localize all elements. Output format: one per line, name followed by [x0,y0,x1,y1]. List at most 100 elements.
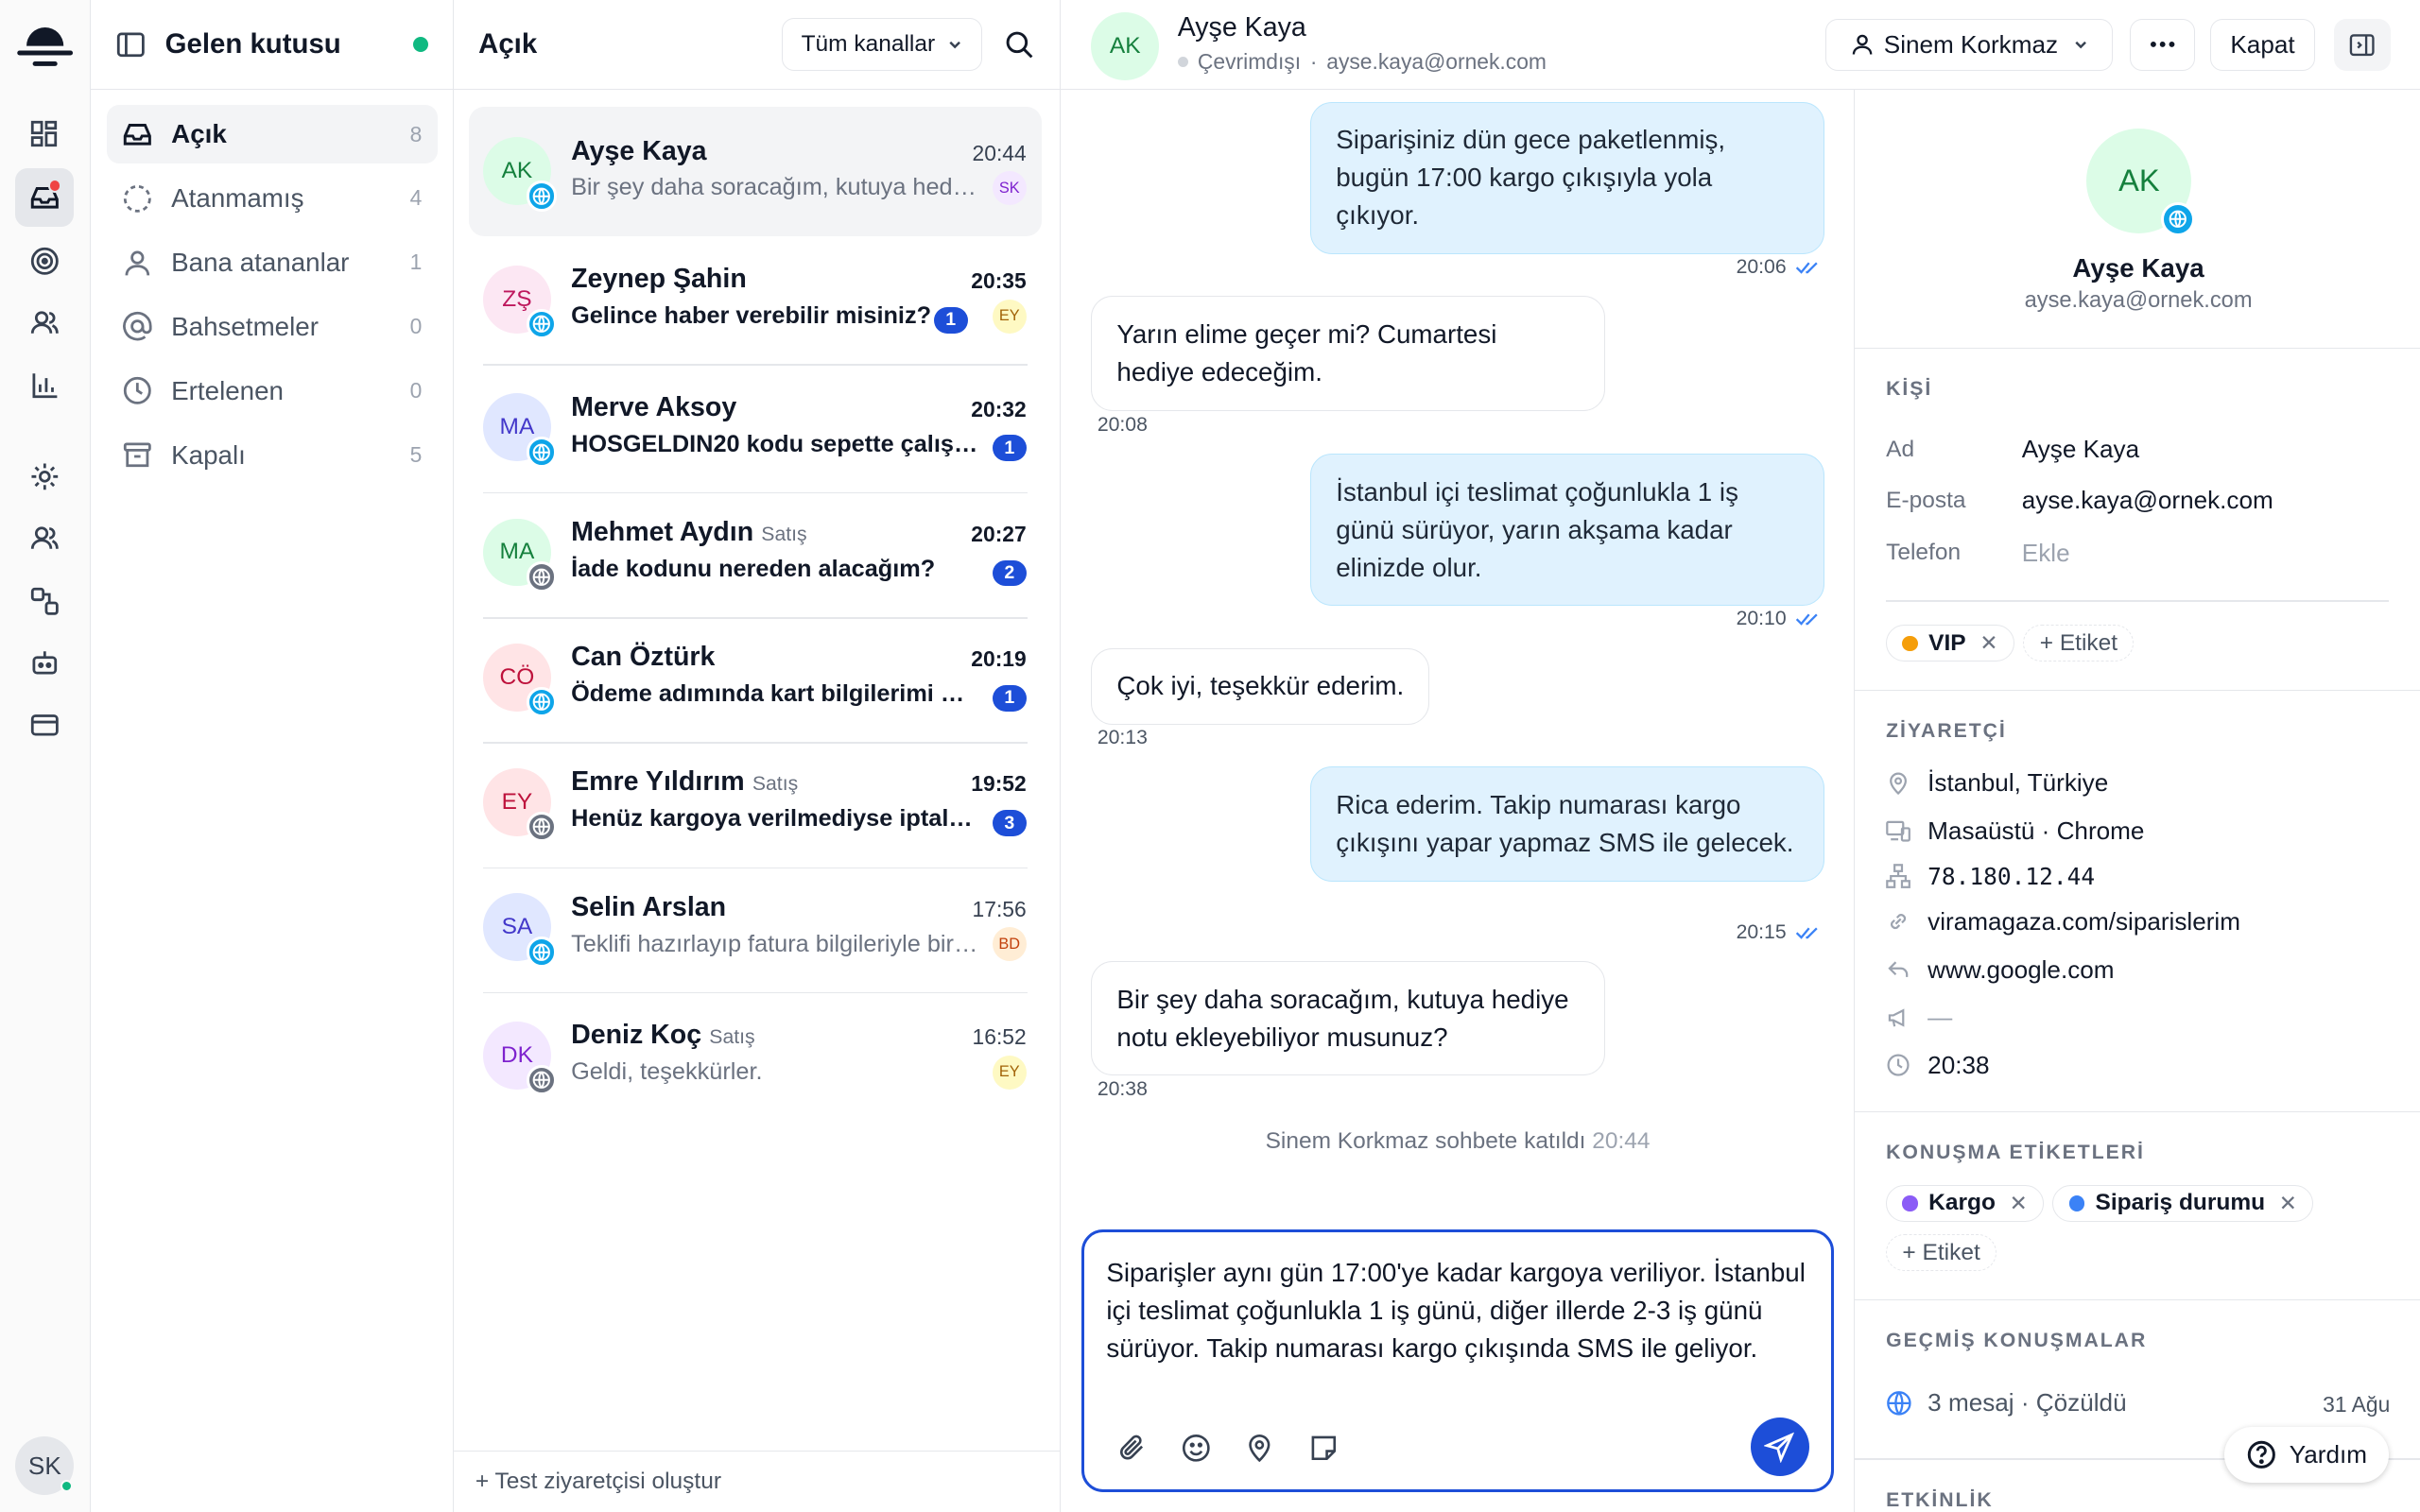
tag-chip-cargo[interactable]: Kargo ✕ [1886,1184,2045,1223]
nav-item-open[interactable]: Açık 8 [106,105,438,164]
remove-tag-icon[interactable]: ✕ [1979,630,1997,656]
field-label: Ad [1886,437,1915,463]
tag-chip-order-status[interactable]: Sipariş durumu ✕ [2052,1184,2314,1223]
visitor-location: İstanbul, Türkiye [1886,768,2108,798]
send-icon [1764,1432,1795,1463]
history-date: 31 Ağu [2323,1391,2391,1417]
message-input[interactable]: Siparişler aynı gün 17:00'ye kadar kargo… [1106,1254,1817,1424]
visitor-local-time: 20:38 [1886,1051,1990,1080]
field-label: Telefon [1886,540,1962,566]
contact-name: Merve Aksoy [571,391,737,422]
avatar: CÖ [483,643,558,718]
channel-filter[interactable]: Tüm kanallar [782,18,983,71]
globe-icon [526,1064,558,1096]
globe-icon [526,561,558,593]
send-button[interactable] [1750,1418,1809,1477]
nav-item-label: Ertelenen [171,375,284,405]
nav-item-closed[interactable]: Kapalı 5 [107,426,438,485]
nav-item-mentions[interactable]: Bahsetmeler 0 [107,298,438,356]
user-avatar[interactable]: SK [15,1436,75,1496]
conversation-tags-title: KONUŞMA ETİKETLERİ [1886,1142,2145,1164]
conversation-item[interactable]: MA Merve Aksoy 20:32 HOSGELDIN20 kodu se… [469,363,1042,494]
message-time: 20:08 [1097,413,1148,436]
globe-icon [526,686,558,718]
add-contact-tag-button[interactable]: + Etiket [2023,625,2135,662]
conversation-time: 20:35 [971,268,1027,294]
chevron-down-icon [2075,42,2087,49]
inbox-title: Gelen kutusu [164,27,341,60]
help-button[interactable]: Yardım [2223,1427,2390,1483]
conversation-time: 20:44 [972,140,1027,165]
chevron-down-icon [949,41,961,49]
assignee-avatar: EY [992,299,1027,334]
tag-label: VIP [1928,629,1966,656]
integrations-icon[interactable] [15,573,74,631]
billing-icon[interactable] [15,696,74,754]
close-conversation-button[interactable]: Kapat [2210,18,2316,72]
settings-icon[interactable] [15,447,74,506]
inbox-icon[interactable] [15,167,75,227]
location-icon[interactable] [1239,1429,1279,1469]
team-icon[interactable] [15,509,74,568]
bot-icon[interactable] [15,634,74,693]
globe-icon [526,180,558,212]
conversation-item[interactable]: AK Ayşe Kaya 20:44 Bir şey daha soracağı… [469,106,1043,236]
add-conversation-tag-button[interactable]: + Etiket [1886,1234,1997,1272]
logo-icon[interactable] [14,15,76,71]
history-item[interactable]: 3 mesaj · Çözüldü [1886,1388,2127,1418]
reports-icon[interactable] [15,356,74,415]
more-options-button[interactable] [2130,18,2195,72]
toggle-details-button[interactable] [2333,18,2392,72]
remove-tag-icon[interactable]: ✕ [2010,1191,2028,1216]
nav-item-label: Açık [171,119,227,149]
emoji-icon[interactable] [1176,1429,1216,1469]
presence-status: Çevrimdışı [1197,49,1302,75]
conversation-time: 17:56 [972,896,1027,921]
tag-label: Sipariş durumu [2095,1190,2266,1216]
field-value[interactable]: Ayşe Kaya [2022,435,2139,464]
clock-icon [123,377,151,405]
sidebar-toggle-icon[interactable] [115,29,147,60]
activity-section-title: ETKİNLİK [1886,1488,1994,1511]
search-icon[interactable] [1004,29,1035,60]
nav-item-snoozed[interactable]: Ertelenen 0 [107,362,438,421]
conversation-item[interactable]: DK Deniz Koç Satış 16:52 Geldi, teşekkürl… [469,990,1042,1120]
assignee-dropdown[interactable]: Sinem Korkmaz [1825,18,2114,72]
target-icon[interactable] [15,232,74,290]
nav-item-unassigned[interactable]: Atanmamış 4 [107,169,438,228]
offline-indicator [1177,57,1189,68]
at-icon [123,312,152,341]
note-icon[interactable] [1304,1429,1343,1469]
more-icon [2150,42,2175,48]
avatar: EY [483,768,558,843]
phone-add-field[interactable]: Ekle [2022,539,2070,568]
field-label: E-posta [1886,487,1966,513]
avatar: MA [483,518,558,593]
visitor-current-page[interactable]: viramagaza.com/siparislerim [1886,907,2240,936]
unread-badge: 1 [992,435,1027,462]
remove-tag-icon[interactable]: ✕ [2279,1191,2297,1216]
conversation-item[interactable]: EY Emre Yıldırım Satış 19:52 Henüz kargoy… [469,737,1042,869]
sidebar-right-icon [2349,33,2375,56]
attachment-icon[interactable] [1113,1429,1152,1469]
chat-contact-name: Ayşe Kaya [1177,12,1306,43]
dashboard-icon[interactable] [15,105,74,163]
nav-item-count: 5 [409,442,423,468]
field-value[interactable]: ayse.kaya@ornek.com [2022,486,2273,515]
tag-label: Kargo [1928,1190,1996,1216]
channel-filter-label: Tüm kanallar [801,30,936,57]
chat-contact-email: ayse.kaya@ornek.com [1326,49,1547,75]
avatar: DK [483,1021,558,1096]
conversation-item[interactable]: ZŞ Zeynep Şahin 20:35 Gelince haber vere… [469,234,1042,366]
message-outgoing: İstanbul içi teslimat çoğunlukla 1 iş gü… [1310,454,1824,607]
unread-badge: 1 [992,684,1027,712]
tag-chip-vip[interactable]: VIP ✕ [1886,625,2014,662]
conversation-item[interactable]: MA Mehmet Aydın Satış 20:27 İade kodunu n… [469,488,1042,619]
visitor-ip: 78.180.12.44 [1886,863,2095,890]
create-test-visitor-link[interactable]: + Test ziyaretçisi oluştur [454,1450,1060,1512]
conversation-item[interactable]: SA Selin Arslan 17:56 Teklifi hazırlayıp… [469,863,1042,994]
contacts-icon[interactable] [15,293,74,352]
conversation-item[interactable]: CÖ Can Öztürk 20:19 Ödeme adımında kart … [469,612,1042,744]
nav-item-assigned-to-me[interactable]: Bana atananlar 1 [107,233,438,292]
nav-item-count: 1 [409,249,423,275]
